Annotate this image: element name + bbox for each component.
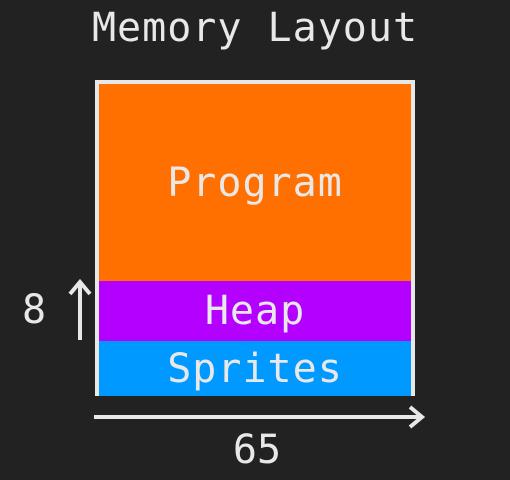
- segment-program: Program: [99, 84, 411, 281]
- height-dimension-label: 8: [22, 287, 47, 333]
- height-dimension: 8: [22, 278, 94, 342]
- diagram-title: Memory Layout: [91, 5, 419, 51]
- segment-heap: Heap: [99, 281, 411, 341]
- segment-heap-label: Heap: [204, 288, 306, 334]
- segment-program-label: Program: [167, 159, 343, 206]
- segment-sprites-label: Sprites: [167, 345, 343, 392]
- width-dimension: 65: [90, 404, 430, 478]
- memory-layout-diagram: Program Heap Sprites: [95, 80, 415, 396]
- width-dimension-label: 65: [232, 427, 282, 473]
- segment-sprites: Sprites: [99, 341, 411, 396]
- up-arrow-icon: [68, 278, 92, 340]
